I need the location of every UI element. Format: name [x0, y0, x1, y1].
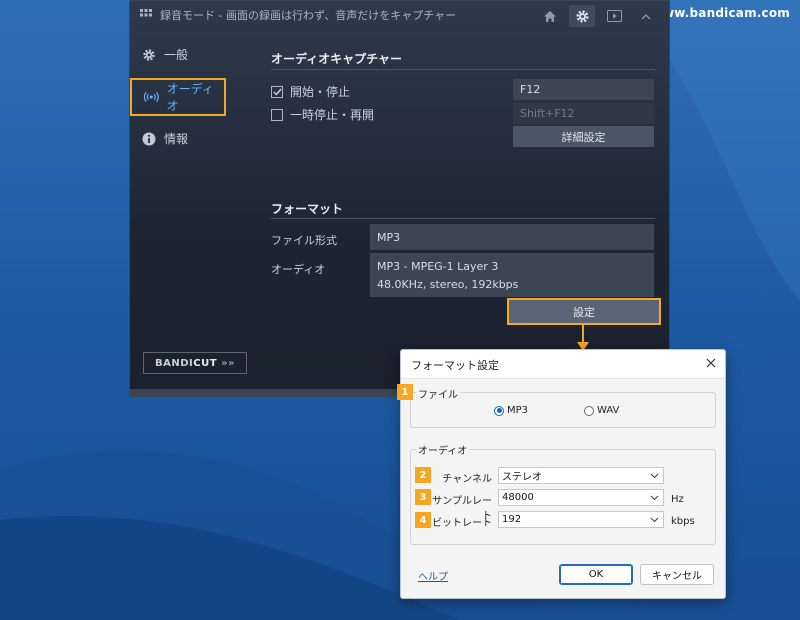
video-icon — [606, 10, 622, 22]
pause-resume-row[interactable]: 一時停止・再開 — [271, 106, 374, 123]
radio-mp3-indicator[interactable] — [494, 405, 504, 416]
file-group-label: ファイル — [416, 386, 460, 401]
badge-2: 2 — [415, 467, 431, 483]
bitrate-label: ビットレート — [432, 518, 492, 529]
divider — [271, 69, 655, 70]
pause-resume-label: 一時停止・再開 — [290, 108, 375, 122]
sidebar-item-label: 情報 — [164, 132, 189, 146]
badge-4: 4 — [415, 512, 431, 528]
start-stop-checkbox[interactable] — [271, 85, 283, 98]
bandicut-button[interactable]: BANDI CUT »» — [143, 352, 247, 374]
help-link[interactable]: ヘルプ — [418, 568, 448, 583]
cancel-button[interactable]: キャンセル — [640, 564, 714, 585]
audio-wave-icon — [144, 92, 159, 102]
bandicut-logo-part2: CUT — [193, 357, 218, 369]
gear-icon — [575, 9, 589, 23]
bandicam-window: 録音モード - 画面の録画は行わず、音声だけをキャプチャー 一般 オーディオ 情… — [129, 0, 670, 397]
start-stop-row[interactable]: 開始・停止 — [271, 83, 350, 100]
sidebar-item-audio[interactable]: オーディオ — [130, 78, 226, 116]
dialog-title-bar: フォーマット設定 — [401, 350, 725, 379]
start-stop-label: 開始・停止 — [290, 85, 351, 99]
home-button[interactable] — [537, 5, 563, 27]
divider — [271, 218, 655, 219]
ok-button[interactable]: OK — [559, 564, 633, 585]
collapse-button[interactable] — [633, 5, 659, 27]
sidebar-item-info[interactable]: 情報 — [142, 130, 188, 147]
window-title: 録音モード - 画面の録画は行わず、音声だけをキャプチャー — [160, 9, 457, 22]
app-menu-icon[interactable] — [140, 9, 152, 21]
bandicut-logo-part1: BANDI — [155, 357, 194, 369]
sidebar-item-label: オーディオ — [166, 82, 214, 113]
audio-group-label: オーディオ — [416, 442, 470, 457]
bitrate-value: 192 — [502, 514, 522, 525]
double-chevron-icon: »» — [221, 357, 235, 369]
radio-wav-indicator[interactable] — [584, 405, 594, 416]
chevron-up-icon — [641, 13, 651, 19]
hz-unit: Hz — [671, 494, 684, 505]
chevron-down-icon — [650, 495, 659, 501]
home-icon — [544, 10, 556, 22]
pause-resume-checkbox[interactable] — [271, 108, 283, 121]
format-title: フォーマット — [271, 202, 344, 216]
checkmark-icon — [273, 88, 282, 96]
gear-icon — [143, 48, 155, 61]
file-format-value[interactable]: MP3 — [370, 224, 654, 250]
channel-select[interactable]: ステレオ — [498, 467, 664, 484]
dialog-title: フォーマット設定 — [411, 360, 499, 372]
radio-wav-label: WAV — [597, 405, 620, 416]
kbps-unit: kbps — [671, 516, 695, 527]
title-bar: 録音モード - 画面の録画は行わず、音声だけをキャプチャー — [130, 1, 669, 29]
badge-3: 3 — [415, 489, 431, 505]
file-format-label: ファイル形式 — [271, 234, 337, 247]
chevron-down-icon — [650, 517, 659, 523]
audio-params-text: 48.0KHz, stereo, 192kbps — [377, 277, 519, 291]
bitrate-select[interactable]: 192 — [498, 511, 664, 528]
badge-1: 1 — [397, 384, 413, 400]
channel-label: チャンネル — [442, 474, 492, 485]
audio-codec-text: MP3 - MPEG-1 Layer 3 — [377, 259, 499, 273]
start-stop-hotkey-input[interactable]: F12 — [513, 79, 654, 100]
watermark-text: www.bandicam.com — [651, 6, 790, 20]
radio-mp3-label: MP3 — [507, 405, 529, 416]
details-button[interactable]: 詳細設定 — [513, 126, 654, 147]
channel-value: ステレオ — [502, 472, 542, 483]
settings-button[interactable] — [569, 5, 595, 27]
sidebar-item-label: 一般 — [164, 48, 189, 62]
radio-wav[interactable]: WAV — [584, 405, 619, 416]
info-icon — [142, 132, 156, 145]
close-icon[interactable] — [704, 356, 718, 370]
radio-mp3[interactable]: MP3 — [494, 405, 528, 416]
audio-label: オーディオ — [271, 263, 326, 276]
sidebar-item-general[interactable]: 一般 — [142, 46, 188, 63]
audio-capture-title: オーディオキャプチャー — [271, 52, 403, 66]
pause-resume-hotkey-input[interactable]: Shift+F12 — [513, 103, 654, 124]
sample-rate-select[interactable]: 48000 — [498, 489, 664, 506]
video-button[interactable] — [601, 5, 627, 27]
chevron-down-icon — [650, 473, 659, 479]
audio-format-value[interactable]: MP3 - MPEG-1 Layer 3 48.0KHz, stereo, 19… — [370, 253, 654, 297]
format-settings-button[interactable]: 設定 — [507, 298, 661, 325]
sample-rate-value: 48000 — [502, 492, 534, 503]
